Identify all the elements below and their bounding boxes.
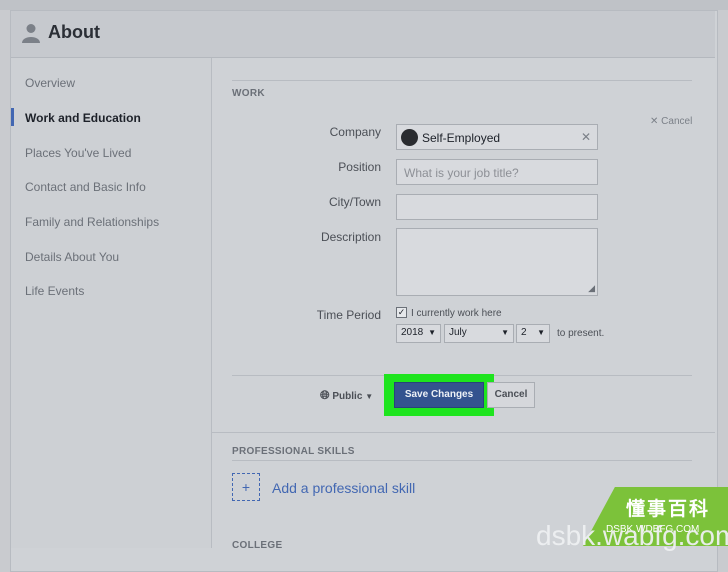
- sidebar-item-contact-info[interactable]: Contact and Basic Info: [25, 180, 146, 194]
- currently-work-label: I currently work here: [411, 308, 502, 319]
- sidebar-item-work-and-education[interactable]: Work and Education: [25, 111, 141, 125]
- sidebar-item-family[interactable]: Family and Relationships: [25, 215, 159, 229]
- clear-icon[interactable]: ✕: [581, 130, 591, 144]
- sidebar-item-life-events[interactable]: Life Events: [25, 284, 84, 298]
- work-section-title: WORK: [232, 88, 265, 99]
- about-header: [11, 11, 715, 58]
- year-select[interactable]: 2018 ▼: [396, 324, 441, 343]
- divider: [232, 80, 692, 81]
- company-field[interactable]: Self-Employed ✕: [396, 124, 598, 150]
- company-value: Self-Employed: [422, 131, 501, 145]
- sidebar: Overview Work and Education Places You'v…: [11, 58, 212, 548]
- chevron-down-icon: ▼: [501, 328, 509, 337]
- position-label: Position: [338, 160, 381, 174]
- divider: [212, 432, 715, 433]
- close-icon: ✕: [650, 116, 659, 127]
- sidebar-item-overview[interactable]: Overview: [25, 76, 75, 90]
- currently-work-checkbox[interactable]: ✓: [396, 307, 407, 318]
- caret-down-icon: ▼: [365, 392, 374, 401]
- day-select[interactable]: 2 ▼: [516, 324, 550, 343]
- month-select[interactable]: July ▼: [444, 324, 514, 343]
- to-present-text: to present.: [557, 328, 605, 339]
- description-label: Description: [320, 230, 381, 244]
- add-skill-plus-icon[interactable]: +: [232, 473, 260, 501]
- chevron-down-icon: ▼: [537, 328, 545, 337]
- time-period-label: Time Period: [316, 308, 381, 322]
- add-skill-link[interactable]: Add a professional skill: [272, 480, 415, 496]
- watermark-text: dsbk.wabfg.com: [536, 520, 728, 551]
- sidebar-item-details[interactable]: Details About You: [25, 250, 119, 264]
- chevron-down-icon: ▼: [428, 328, 436, 337]
- description-field[interactable]: ◢: [396, 228, 598, 296]
- company-label: Company: [329, 125, 381, 139]
- page-title: About: [48, 22, 100, 42]
- resize-handle-icon[interactable]: ◢: [588, 283, 595, 294]
- city-field[interactable]: [396, 194, 598, 220]
- sidebar-active-indicator: [11, 108, 14, 126]
- divider: [232, 460, 692, 461]
- skills-section-title: PROFESSIONAL SKILLS: [232, 446, 355, 457]
- cancel-edit-link[interactable]: ✕ Cancel: [650, 116, 692, 127]
- save-changes-button[interactable]: Save Changes: [394, 382, 484, 408]
- globe-icon: 🌐︎: [320, 388, 330, 402]
- person-icon: [22, 24, 40, 43]
- company-avatar: [401, 129, 418, 146]
- privacy-selector[interactable]: 🌐︎ Public ▼: [320, 388, 373, 403]
- position-placeholder: What is your job title?: [404, 166, 519, 180]
- city-label: City/Town: [328, 195, 381, 209]
- browser-top-strip: [0, 0, 728, 10]
- cancel-button[interactable]: Cancel: [487, 382, 535, 408]
- watermark-brand: 懂事百科: [626, 498, 711, 520]
- position-field[interactable]: What is your job title?: [396, 159, 598, 185]
- sidebar-item-places-lived[interactable]: Places You've Lived: [25, 146, 131, 160]
